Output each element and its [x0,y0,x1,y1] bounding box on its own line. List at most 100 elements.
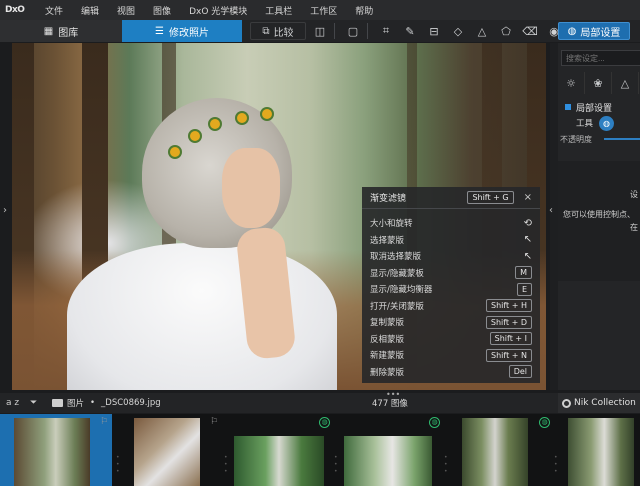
compare-label: 比较 [273,27,294,39]
repair-button[interactable]: ⌫ [520,22,540,40]
menu-help[interactable]: 帮助 [346,4,382,17]
local-adjust-section: 局部设置 工具 ◍ 不透明度 [558,100,640,146]
hint-text: 设 [630,190,638,199]
shortcut-row: 显示/隐藏均衡器 E [362,281,540,298]
thumbnail[interactable]: • • • ◍ [330,414,440,486]
sort-button[interactable]: a z [0,398,30,408]
edited-badge-icon: ◍ [539,417,550,428]
menu-edit[interactable]: 编辑 [72,4,108,17]
close-icon[interactable]: × [524,192,532,203]
shortcut-row: 大小和旋转 ⟲ [362,215,540,232]
shortcut-row: 复制蒙版 Shift + D [362,314,540,331]
thumbnail-image [568,418,634,486]
opacity-slider[interactable]: 不透明度 [558,132,640,146]
hint-text: 您可以使用控制点、 [563,210,635,219]
thumbnail[interactable]: • • • [550,414,640,486]
toolbar-divider [367,23,368,39]
grid-icon: ▦ [43,25,54,37]
section-header[interactable]: 局部设置 [558,100,640,114]
perspective-button[interactable]: ◇ [448,22,468,40]
right-panel: ☼ ❀ △ 局部设置 工具 ◍ 不透明度 设 您可以使用控制点、 在 [558,43,640,390]
menu-workspace[interactable]: 工作区 [301,4,346,17]
edited-badge-icon: ◍ [429,417,440,428]
panel-divider [550,43,558,390]
filter-icon[interactable]: ⏷ [30,398,52,408]
shortcut-key: E [516,282,532,296]
thumbnail-selected[interactable]: ⚐ [0,414,112,486]
menu-optics[interactable]: DxO 光学模块 [180,4,256,17]
thumbnail[interactable]: • • • ◍ [220,414,330,486]
filmstrip-header: a z ⏷ 图片 • _DSC0869.jpg ••• 477 图像 Nik C… [0,390,640,413]
nik-logo-icon [562,398,571,408]
settings-search-input[interactable] [561,50,640,66]
photo-flower [237,113,247,123]
compare-icon: ⧉ [262,25,270,37]
sliders-icon: ☰ [155,25,164,37]
tools-row: 工具 ◍ [558,114,640,132]
thumbnail-image [344,436,432,486]
breadcrumb-folder[interactable]: 图片 [67,397,84,409]
breadcrumb-file: _DSC0869.jpg [101,398,161,408]
shortcut-label: 显示/隐藏蒙板 [370,268,424,279]
thumbnail-dots-icon: • • • [116,454,120,475]
edited-badge-icon: ◍ [319,417,330,428]
breadcrumb-separator: • [90,398,96,408]
local-adjust-button[interactable]: ◍ 局部设置 [558,22,630,40]
shortcut-label: 删除蒙版 [370,367,405,378]
local-tool-button[interactable]: ◍ [599,115,615,131]
menu-view[interactable]: 视图 [108,4,144,17]
thumbnail-dots-icon: • • • [554,454,558,475]
local-adjust-icon: ◍ [567,25,577,37]
shortcut-row: 删除蒙版 Del [362,364,540,381]
horizon-button[interactable]: ⊟ [424,22,444,40]
shortcut-label: 大小和旋转 [370,219,413,230]
nik-collection-label: Nik Collection [574,398,636,408]
horizon-icon: ⊟ [429,24,439,38]
thumbnail-image [462,418,528,486]
shortcut-row: 新建蒙版 Shift + N [362,347,540,364]
hint-text: 在 [630,223,638,232]
folder-icon [52,399,63,407]
tab-detail[interactable]: △ [612,72,639,94]
thumbnail[interactable]: • • • ◍ [440,414,550,486]
menu-file[interactable]: 文件 [36,4,72,17]
menu-image[interactable]: 图像 [144,4,180,17]
menu-toolbar[interactable]: 工具栏 [256,4,301,17]
collapse-right-icon[interactable]: ‹ [549,205,553,216]
shortcut-row: 反相蒙版 Shift + I [362,331,540,348]
thumbnail-image [134,418,200,486]
cursor-icon: ↖ [523,250,532,262]
perspective-icon: ◇ [453,24,463,38]
photo-flower [210,119,220,129]
shortcut-key: Shift + H [486,299,532,313]
shortcut-label: 复制蒙版 [370,318,405,329]
shortcut-key: Del [508,365,532,379]
filmstrip: ⚐ • • • ⚐ • • • ◍ • • • ◍ • • • ◍ • • • [0,414,640,486]
collapse-left-icon[interactable]: › [3,205,7,216]
tab-color[interactable]: ❀ [585,72,612,94]
nik-collection-button[interactable]: Nik Collection [558,393,640,413]
frame-button[interactable]: ▢ [343,22,363,40]
tab-light[interactable]: ☼ [558,72,585,94]
app-logo: DxO [5,5,25,15]
toolbar-divider [334,23,335,39]
shape-button[interactable]: ⬠ [496,22,516,40]
shortcut-panel-header: 渐变滤镜 Shift + G × [362,187,540,209]
shortcut-label: 打开/关闭蒙版 [370,301,424,312]
shortcut-label: 反相蒙版 [370,334,405,345]
tab-edit[interactable]: ☰ 修改照片 [122,20,242,42]
thumbnail-image [234,436,324,486]
crop-button[interactable]: ⌗ [376,22,396,40]
opacity-track[interactable] [604,138,640,140]
thumbnail[interactable]: • • • ⚐ [112,414,220,486]
tab-library[interactable]: ▦ 图库 [0,20,122,42]
menu-bar: DxO 文件 编辑 视图 图像 DxO 光学模块 工具栏 工作区 帮助 [0,0,640,20]
warp-button[interactable]: △ [472,22,492,40]
eyedropper-button[interactable]: ✎ [400,22,420,40]
frame-icon: ▢ [347,24,359,38]
image-count: 477 图像 [372,399,408,409]
split-view-button[interactable]: ◫ [310,22,330,40]
shortcut-key: M [515,266,532,280]
compare-button[interactable]: ⧉ 比较 [250,22,306,40]
shortcut-label: 新建蒙版 [370,351,405,362]
